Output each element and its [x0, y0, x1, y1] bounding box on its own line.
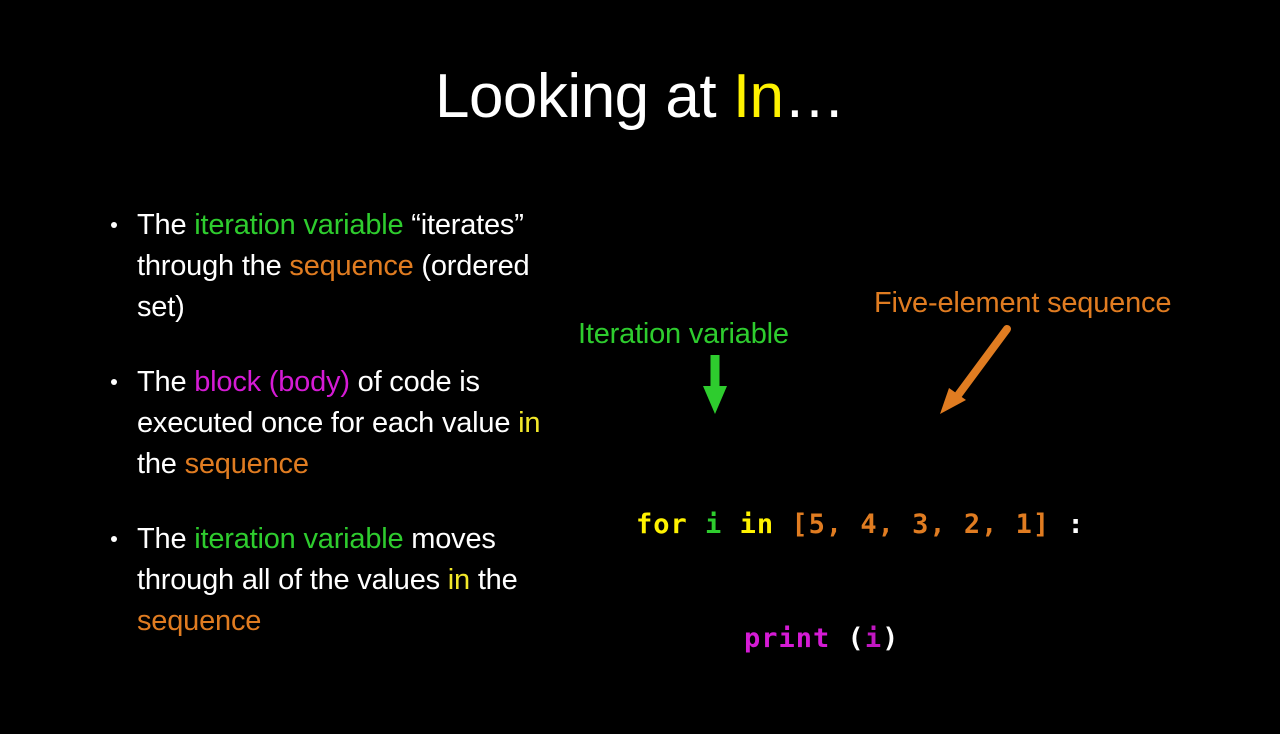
- bullet2-segment-sequence: sequence: [184, 448, 309, 480]
- code-line-for: for i in [5, 4, 3, 2, 1] :: [636, 506, 1085, 544]
- code-token-print-arg: i: [864, 623, 883, 654]
- bullet3-segment-in: in: [447, 564, 470, 596]
- bullet-list: The iteration variable “iterates” throug…: [104, 205, 574, 642]
- code-space-4: [1050, 509, 1067, 540]
- code-line-print: print (i): [636, 620, 1085, 658]
- title-keyword-in: In: [732, 62, 784, 131]
- bullet1-segment-1: The: [137, 209, 195, 241]
- page-title: Looking at In…: [0, 58, 1280, 136]
- code-token-open-paren: (: [847, 623, 865, 654]
- bullet-dot-icon: [111, 536, 117, 542]
- bullet2-segment-in: in: [518, 407, 541, 439]
- bullet2-segment-block-body: block (body): [194, 366, 350, 398]
- code-token-close-paren: ): [882, 623, 900, 654]
- code-space-2: [722, 509, 739, 540]
- bullet3-segment-iteration-variable: iteration variable: [194, 523, 404, 555]
- code-space-3: [774, 509, 791, 540]
- code-block: for i in [5, 4, 3, 2, 1] : print (i): [636, 430, 1085, 734]
- arrow-down-icon: [703, 355, 727, 414]
- bullet-block-body: The block (body) of code is executed onc…: [104, 362, 574, 485]
- bullet1-segment-iteration-variable: iteration variable: [194, 209, 404, 241]
- bullet2-segment-5: the: [137, 448, 185, 480]
- code-token-print: print: [744, 623, 831, 654]
- bullet3-segment-sequence: sequence: [137, 605, 262, 637]
- annotation-label-five-element-sequence: Five-element sequence: [874, 287, 1172, 319]
- bullet3-segment-1: The: [137, 523, 195, 555]
- code-token-colon: :: [1067, 509, 1085, 540]
- code-space-1: [688, 509, 705, 540]
- bullet-dot-icon: [111, 379, 117, 385]
- code-space-5: [830, 623, 847, 654]
- bullet-dot-icon: [111, 222, 117, 228]
- bullet-moves-through-values: The iteration variable moves through all…: [104, 519, 574, 642]
- bullet-iteration-variable: The iteration variable “iterates” throug…: [104, 205, 574, 328]
- bullet1-segment-sequence: sequence: [289, 250, 414, 282]
- slide-canvas: Looking at In… The iteration variable “i…: [0, 0, 1280, 720]
- bullet2-segment-1: The: [137, 366, 195, 398]
- code-token-in: in: [739, 509, 775, 540]
- title-ellipsis: …: [783, 62, 846, 131]
- code-token-list: [5, 4, 3, 2, 1]: [791, 509, 1051, 540]
- arrow-diagonal-down-left-icon: [940, 325, 1011, 414]
- code-token-for: for: [636, 509, 688, 540]
- bullet3-segment-5: the: [469, 564, 518, 596]
- title-prefix: Looking at: [434, 62, 733, 131]
- code-token-loop-variable: i: [705, 509, 723, 540]
- annotation-label-iteration-variable: Iteration variable: [578, 318, 789, 350]
